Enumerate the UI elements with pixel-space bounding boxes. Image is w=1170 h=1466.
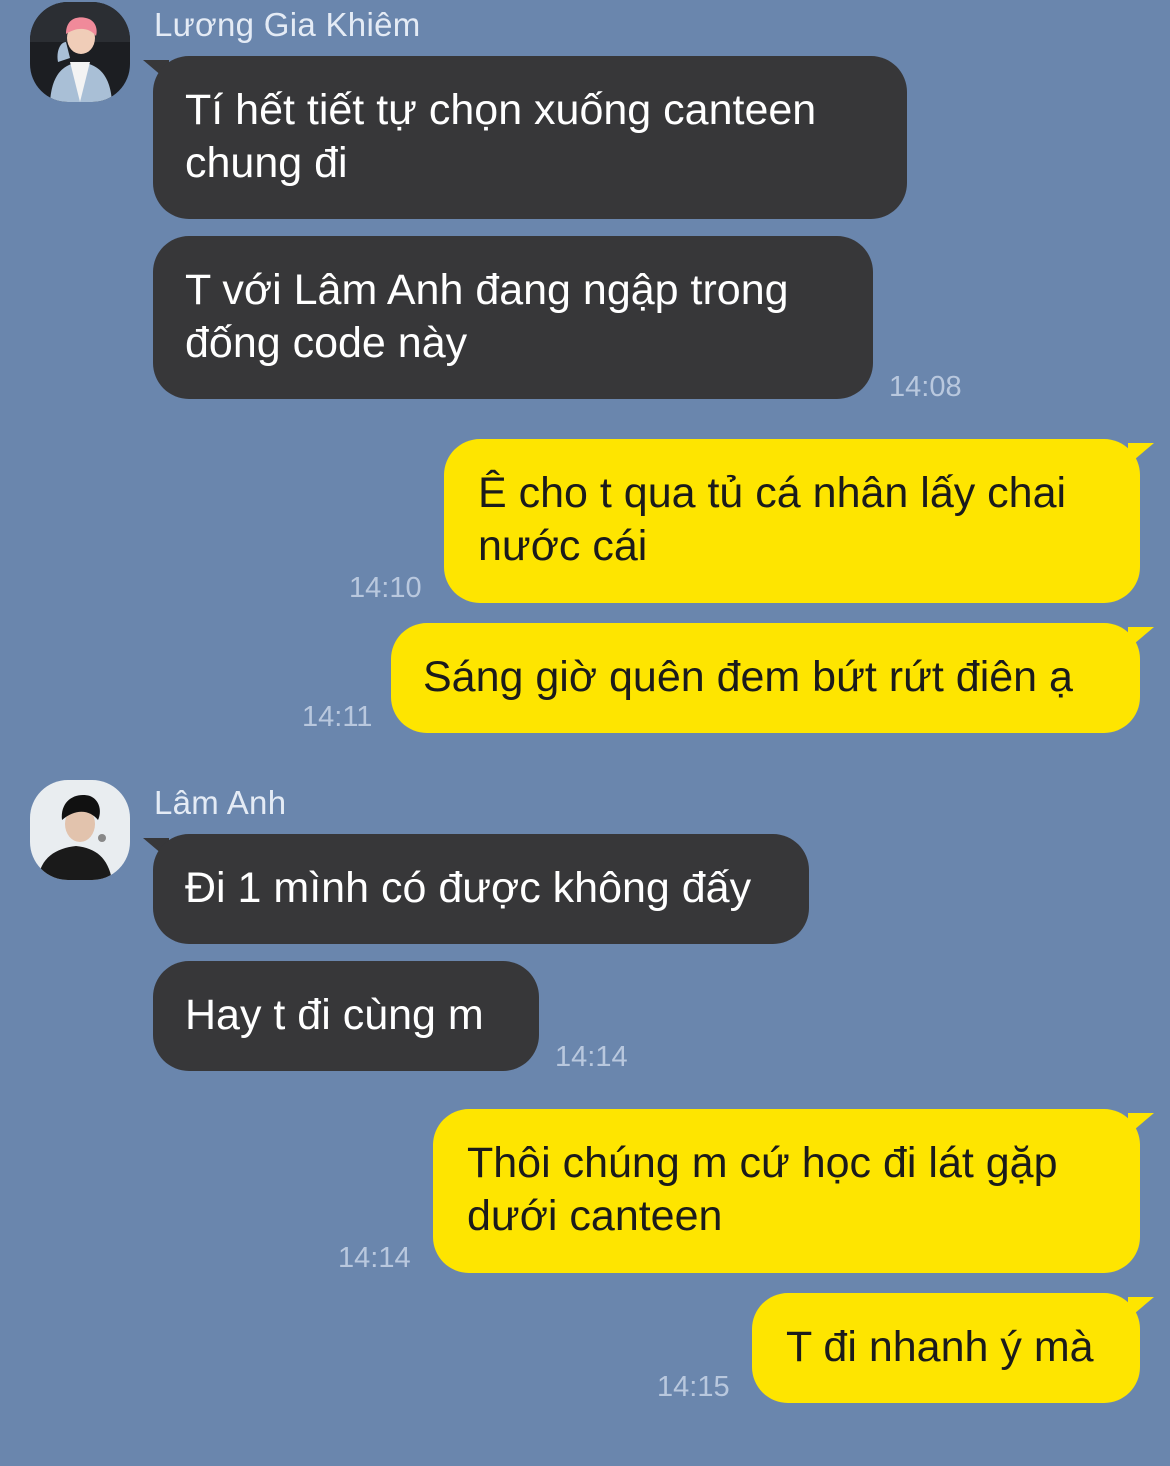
message-bubble[interactable]: Hay t đi cùng m — [153, 961, 539, 1071]
message-time: 14:11 — [302, 701, 373, 733]
message-time: 14:15 — [657, 1371, 730, 1403]
message-text: Thôi chúng m cứ học đi lát gặp dưới cant… — [467, 1139, 1058, 1240]
bubble-tail — [1128, 1297, 1154, 1319]
sender-name: Lương Gia Khiêm — [154, 6, 421, 43]
message-time: 14:10 — [349, 572, 422, 604]
message-text: T đi nhanh ý mà — [786, 1323, 1094, 1371]
message-time: 14:14 — [555, 1041, 628, 1073]
message-text: Tí hết tiết tự chọn xuống canteen chung … — [185, 86, 817, 187]
message-time: 14:14 — [338, 1242, 411, 1274]
message-text: Hay t đi cùng m — [185, 991, 484, 1039]
person-photo-avatar-icon — [30, 780, 130, 880]
sender-name: Lâm Anh — [154, 784, 287, 821]
message-text: T với Lâm Anh đang ngập trong đống code … — [185, 266, 789, 367]
message-bubble[interactable]: Đi 1 mình có được không đấy — [153, 834, 809, 944]
bubble-tail — [1128, 1113, 1154, 1135]
message-text: Sáng giờ quên đem bứt rứt điên ạ — [423, 653, 1073, 701]
message-bubble[interactable]: Ê cho t qua tủ cá nhân lấy chai nước cái — [444, 439, 1140, 603]
person-photo-avatar-icon — [30, 2, 130, 102]
avatar-luong-gia-khiem[interactable] — [30, 2, 130, 102]
message-bubble[interactable]: T với Lâm Anh đang ngập trong đống code … — [153, 236, 873, 399]
message-bubble[interactable]: Thôi chúng m cứ học đi lát gặp dưới cant… — [433, 1109, 1140, 1273]
bubble-tail — [1128, 443, 1154, 465]
message-bubble[interactable]: Sáng giờ quên đem bứt rứt điên ạ — [391, 623, 1140, 733]
message-time: 14:08 — [889, 371, 962, 403]
message-bubble[interactable]: T đi nhanh ý mà — [752, 1293, 1140, 1403]
avatar-lam-anh[interactable] — [30, 780, 130, 880]
message-text: Đi 1 mình có được không đấy — [185, 864, 752, 912]
message-text: Ê cho t qua tủ cá nhân lấy chai nước cái — [478, 469, 1067, 570]
bubble-tail — [1128, 627, 1154, 649]
message-bubble[interactable]: Tí hết tiết tự chọn xuống canteen chung … — [153, 56, 907, 219]
